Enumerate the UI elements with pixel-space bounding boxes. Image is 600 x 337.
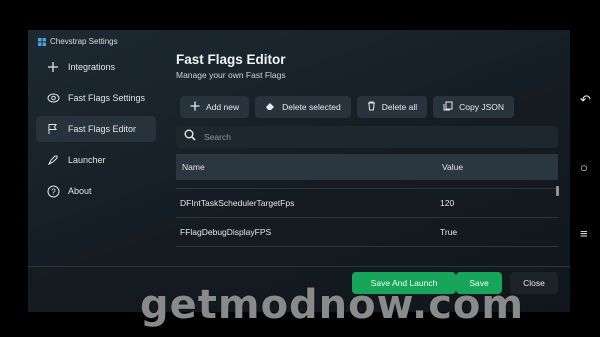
plus-icon <box>46 60 60 74</box>
sidebar-item-label: About <box>68 186 92 196</box>
flags-table: Name Value DFIntTaskSchedulerTargetFps 1… <box>176 154 558 247</box>
column-header-name[interactable]: Name <box>176 162 442 172</box>
eraser-icon <box>265 101 276 113</box>
android-nav-bar: ↶ ○ ≡ <box>574 30 600 312</box>
flag-value-cell[interactable]: True <box>440 227 457 237</box>
sidebar-item-label: Fast Flags Settings <box>68 93 146 103</box>
copy-icon <box>443 101 453 113</box>
sidebar-item-label: Launcher <box>68 155 106 165</box>
delete-selected-label: Delete selected <box>282 102 341 112</box>
flag-name-cell[interactable]: FFlagDebugDisplayFPS <box>176 227 440 237</box>
eye-icon <box>46 91 60 105</box>
delete-all-button[interactable]: Delete all <box>356 96 428 118</box>
trash-icon <box>367 101 376 113</box>
help-icon: ? <box>46 184 60 198</box>
rocket-icon <box>46 153 60 167</box>
sidebar: Integrations Fast Flags Settings Fast Fl… <box>36 54 156 209</box>
table-row[interactable]: DFIntTaskSchedulerTargetFps 120 <box>176 189 558 218</box>
copy-json-button[interactable]: Copy JSON <box>433 96 514 118</box>
back-icon[interactable]: ↶ <box>580 92 591 108</box>
delete-selected-button[interactable]: Delete selected <box>255 96 351 118</box>
search-icon <box>184 128 196 146</box>
flag-value-cell[interactable]: 120 <box>440 198 454 208</box>
table-row[interactable]: FFlagDebugDisplayFPS True <box>176 218 558 247</box>
table-row-partial[interactable] <box>176 180 558 189</box>
title-bar: Chevstrap Settings <box>38 37 118 46</box>
sidebar-item-fast-flags-settings[interactable]: Fast Flags Settings <box>36 85 156 111</box>
app-title: Chevstrap Settings <box>50 37 118 46</box>
main-header: Fast Flags Editor Manage your own Fast F… <box>176 52 560 80</box>
column-header-value[interactable]: Value <box>442 162 463 172</box>
search-bar <box>176 126 558 148</box>
add-new-button[interactable]: Add new <box>180 96 250 118</box>
plus-icon <box>190 101 200 113</box>
add-new-label: Add new <box>206 102 240 112</box>
recents-icon[interactable]: ≡ <box>580 226 588 241</box>
table-header: Name Value <box>176 154 558 180</box>
search-input[interactable] <box>202 131 526 143</box>
delete-all-label: Delete all <box>381 102 418 112</box>
home-icon[interactable]: ○ <box>580 160 588 175</box>
svg-text:?: ? <box>51 187 56 196</box>
sidebar-item-fast-flags-editor[interactable]: Fast Flags Editor <box>36 116 156 142</box>
watermark: getmodnow.com <box>140 282 525 328</box>
page-subtitle: Manage your own Fast Flags <box>176 70 286 80</box>
sidebar-item-launcher[interactable]: Launcher <box>36 147 156 173</box>
table-scrollbar[interactable] <box>556 186 559 196</box>
sidebar-item-about[interactable]: ? About <box>36 178 156 204</box>
copy-json-label: Copy JSON <box>459 102 504 112</box>
toolbar: Add new Delete selected Delete all Copy … <box>180 96 514 118</box>
footer-divider <box>28 266 570 267</box>
sidebar-item-label: Fast Flags Editor <box>68 124 137 134</box>
sidebar-item-integrations[interactable]: Integrations <box>36 54 156 80</box>
flag-name-cell[interactable]: DFIntTaskSchedulerTargetFps <box>176 198 440 208</box>
flag-icon <box>46 122 60 136</box>
page-title: Fast Flags Editor <box>176 52 286 67</box>
app-logo-icon <box>38 37 46 46</box>
sidebar-item-label: Integrations <box>68 62 116 72</box>
app-window: Chevstrap Settings Integrations Fast Fla… <box>28 30 570 312</box>
